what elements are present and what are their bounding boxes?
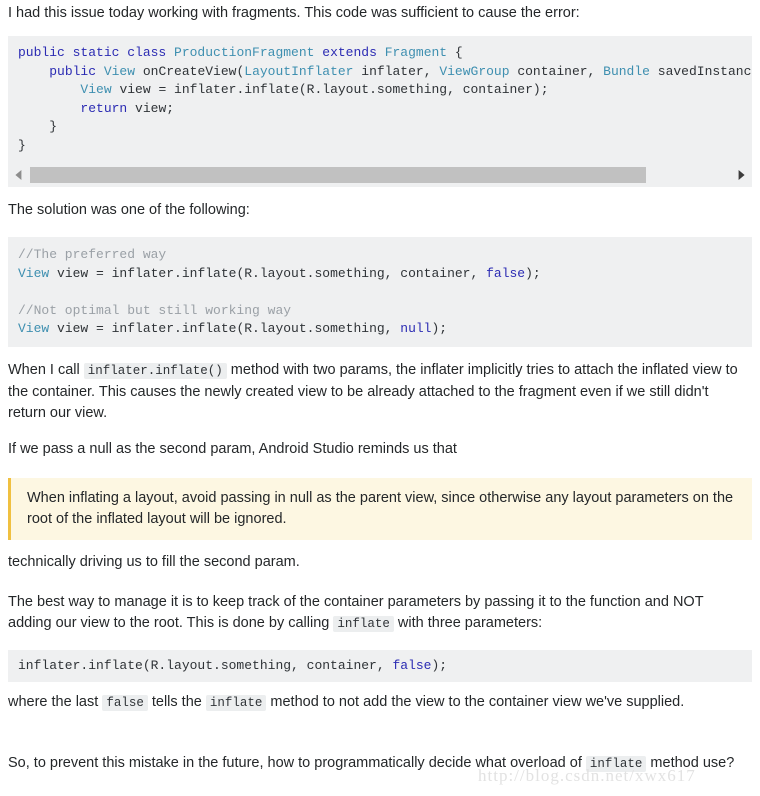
- code-line: View view = inflater.inflate(R.layout.so…: [18, 81, 752, 100]
- solution-lead-paragraph: The solution was one of the following:: [8, 202, 250, 218]
- code-token: savedInstanceState) {: [657, 63, 752, 79]
- code-token: ProductionFragment: [174, 45, 315, 60]
- code-token: );: [431, 658, 448, 673]
- code-token: onCreateView(: [135, 63, 245, 79]
- so-prevent-paragraph: So, to prevent this mistake in the futur…: [8, 753, 754, 775]
- code-token: view;: [127, 100, 175, 116]
- code-token: Bundle: [603, 63, 650, 79]
- code-token: false: [392, 658, 432, 673]
- answer-content-page: I had this issue today working with frag…: [0, 0, 760, 796]
- code-token: }: [18, 119, 58, 134]
- best-way-text-2: with three parameters:: [393, 615, 543, 631]
- where-last-text-1: where the last: [8, 694, 103, 710]
- code-token: view = inflater.inflate(R.layout.somethi…: [49, 265, 487, 281]
- code-token: view = inflater.inflate(R.layout.somethi…: [111, 82, 549, 97]
- code-line: }: [18, 118, 752, 137]
- code-line: }: [18, 137, 752, 156]
- code-token: ViewGroup: [439, 63, 510, 79]
- code-token: null: [400, 321, 432, 336]
- if-pass-null-paragraph: If we pass a null as the second param, A…: [8, 441, 457, 457]
- code-token: );: [525, 265, 541, 281]
- warning-blockquote: When inflating a layout, avoid passing i…: [8, 478, 752, 540]
- code-line: //The preferred way: [18, 246, 752, 265]
- code-token: View: [18, 321, 50, 336]
- where-last-text-3: method to not add the view to the contai…: [266, 694, 685, 710]
- code-line: public View onCreateView(LayoutInflater …: [18, 63, 752, 82]
- code-token: public static class: [18, 45, 175, 60]
- code-token: View: [103, 63, 136, 79]
- warning-blockquote-text: When inflating a layout, avoid passing i…: [27, 490, 734, 527]
- code-token: extends: [314, 45, 385, 60]
- intro-paragraph: I had this issue today working with frag…: [8, 5, 580, 21]
- code-line: View view = inflater.inflate(R.layout.so…: [18, 320, 752, 339]
- where-last-text-2: tells the: [147, 694, 206, 710]
- code-token: Fragment: [384, 45, 448, 60]
- where-last-paragraph: where the last false tells the inflate m…: [8, 692, 746, 714]
- scroll-left-arrow-icon[interactable]: [8, 164, 30, 186]
- code-token: {: [447, 45, 463, 60]
- code-block-3-lines: inflater.inflate(R.layout.something, con…: [18, 657, 752, 676]
- code-token: //Not optimal but still working way: [18, 302, 292, 318]
- best-way-paragraph: The best way to manage it is to keep tra…: [8, 592, 748, 635]
- inline-code-false: false: [102, 695, 148, 711]
- scrollbar-track[interactable]: [30, 167, 730, 183]
- code-block-three-params[interactable]: inflater.inflate(R.layout.something, con…: [8, 650, 752, 682]
- code-line: return view;: [18, 100, 752, 119]
- code-token: //The preferred way: [18, 247, 167, 262]
- so-prevent-text-2: method use?: [646, 755, 735, 771]
- inline-code-inflate-2: inflate: [205, 695, 267, 711]
- code-token: );: [431, 321, 448, 336]
- so-prevent-text-1: So, to prevent this mistake in the futur…: [8, 755, 586, 771]
- code-token: public: [49, 63, 104, 79]
- scroll-right-arrow-icon[interactable]: [730, 164, 752, 186]
- code-token: return: [80, 100, 128, 116]
- code-token: false: [486, 265, 526, 281]
- inline-code-inflater-inflate: inflater.inflate(): [83, 363, 227, 379]
- code-block-horizontal-scrollbar[interactable]: [8, 164, 752, 186]
- code-line: public static class ProductionFragment e…: [18, 44, 752, 63]
- inline-code-inflate-3: inflate: [585, 756, 647, 772]
- when-call-text-1: When I call: [8, 362, 84, 378]
- scrollbar-thumb[interactable]: [30, 167, 646, 183]
- code-token: view = inflater.inflate(R.layout.somethi…: [49, 321, 401, 336]
- code-block-2-lines: //The preferred way View view = inflater.…: [18, 246, 752, 339]
- code-token: container,: [509, 63, 604, 79]
- inline-code-inflate-1: inflate: [333, 616, 394, 632]
- code-token: LayoutInflater: [244, 63, 354, 79]
- code-line: View view = inflater.inflate(R.layout.so…: [18, 265, 752, 284]
- code-line: //Not optimal but still working way: [18, 302, 752, 321]
- code-token: inflater.inflate(R.layout.something, con…: [18, 658, 393, 673]
- code-token: View: [80, 82, 112, 97]
- code-token: }: [18, 137, 26, 153]
- code-token: View: [18, 265, 50, 281]
- code-line: inflater.inflate(R.layout.something, con…: [18, 657, 752, 676]
- code-token: inflater,: [353, 63, 440, 79]
- code-block-1-lines: public static class ProductionFragment e…: [18, 44, 752, 155]
- code-block-solutions[interactable]: //The preferred way View view = inflater.…: [8, 237, 752, 347]
- when-call-paragraph: When I call inflater.inflate() method wi…: [8, 360, 746, 424]
- technically-paragraph: technically driving us to fill the secon…: [8, 554, 300, 570]
